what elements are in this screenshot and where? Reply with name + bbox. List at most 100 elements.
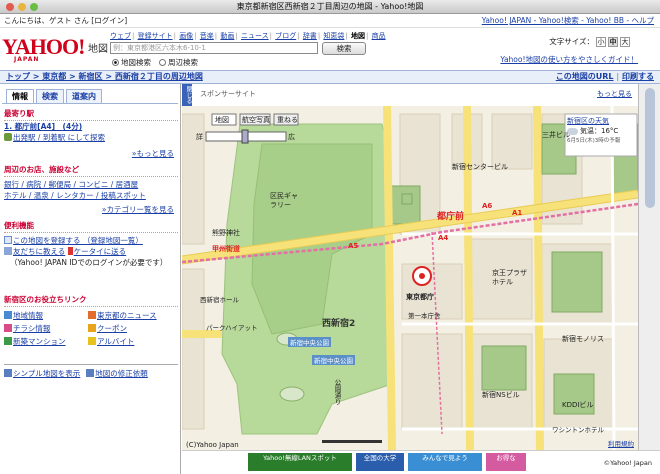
terms-link[interactable]: 利用規約 bbox=[608, 438, 634, 448]
label-central-park: 新宿中央公園 bbox=[288, 337, 331, 347]
tab-route[interactable]: 道案内 bbox=[66, 89, 102, 103]
nav-music[interactable]: 音楽 bbox=[200, 32, 214, 40]
nav-blog[interactable]: ブログ bbox=[275, 32, 296, 40]
font-large-button[interactable]: 大 bbox=[620, 36, 630, 47]
yahoo-logo[interactable]: YAHOO! bbox=[2, 36, 85, 58]
map-url-link[interactable]: この地図のURL bbox=[556, 72, 614, 81]
nav-images[interactable]: 画像 bbox=[179, 32, 193, 40]
font-small-button[interactable]: 小 bbox=[596, 36, 606, 47]
sponsor-more-link[interactable]: もっと見る bbox=[597, 89, 632, 99]
window-controls[interactable] bbox=[6, 3, 38, 11]
nav-web[interactable]: ウェブ bbox=[110, 32, 131, 40]
label-daiichi: 第一本庁舎 bbox=[408, 312, 441, 320]
link-regional-info[interactable]: 地域情報 bbox=[4, 310, 88, 321]
fix-request-link[interactable]: 地図の修正依頼 bbox=[95, 369, 148, 378]
route-search-link[interactable]: 出発駅 / 到着駅 にして探索 bbox=[13, 133, 105, 142]
shops-categories-2[interactable]: ホテル / 温泉 / レンタカー / 投稿スポット bbox=[4, 190, 178, 201]
region-icon bbox=[4, 311, 12, 319]
register-map-item[interactable]: この地図を登録する （登録地図一覧） bbox=[4, 235, 178, 246]
weather-title[interactable]: 新宿区の天気 bbox=[567, 116, 635, 126]
flyers-label[interactable]: チラシ情報 bbox=[13, 324, 50, 333]
print-link[interactable]: 印刷する bbox=[622, 72, 654, 81]
search-button[interactable]: 検索 bbox=[322, 42, 366, 55]
greeting-text[interactable]: こんにちは、ゲスト さん [ログイン] bbox=[4, 16, 127, 25]
flyer-icon bbox=[4, 324, 12, 332]
part-time-icon bbox=[88, 337, 96, 345]
label-washington: ワシントンホテル bbox=[552, 426, 604, 434]
search-input[interactable]: 例：東京都港区六本木6-10-1 bbox=[110, 42, 318, 54]
nav-sites[interactable]: 登録サイト bbox=[138, 32, 173, 40]
nearest-station-item[interactable]: 1. 都庁前[A4] (4分) bbox=[4, 121, 178, 132]
help-guide-link[interactable]: Yahoo!地図の使い方をやさしくガイド！ bbox=[500, 54, 638, 65]
breadcrumb-path[interactable]: トップ > 東京都 > 新宿区 > 西新宿２丁目の周辺地図 bbox=[6, 72, 203, 81]
nav-shopping[interactable]: 商品 bbox=[372, 32, 386, 40]
new-condos-label[interactable]: 新築マンション bbox=[13, 337, 66, 346]
close-sponsor-tab[interactable]: 閉じる bbox=[182, 86, 192, 104]
label-koshu: 甲州街道 bbox=[212, 245, 240, 253]
nav-dictionary[interactable]: 辞書 bbox=[303, 32, 317, 40]
shops-categories-1[interactable]: 銀行 / 病院 / 郵便局 / コンビニ / 居酒屋 bbox=[4, 179, 178, 190]
mobile-icon bbox=[67, 247, 73, 255]
font-medium-button[interactable]: 中 bbox=[608, 36, 618, 47]
tab-divider bbox=[2, 103, 178, 104]
simple-map-icon bbox=[4, 369, 12, 377]
tab-search[interactable]: 検索 bbox=[36, 89, 64, 103]
nav-map[interactable]: 地図 bbox=[351, 32, 365, 40]
sponsor-label[interactable]: スポンサーサイト bbox=[200, 89, 256, 99]
regional-info-label[interactable]: 地域情報 bbox=[13, 311, 43, 320]
aerial-mode-button[interactable]: 航空写真 bbox=[242, 115, 270, 125]
tell-friend-link[interactable]: 友だちに教える bbox=[13, 247, 65, 256]
sidebar: 情報 検索 道案内 最寄り駅 1. 都庁前[A4] (4分) 出発駅 / 到着駅… bbox=[0, 84, 181, 474]
useful-links-section: 新宿区のお役立ちリンク 地域情報 東京都のニュース チラシ情報 クーポン 新築マ… bbox=[4, 294, 178, 347]
route-search-item[interactable]: 出発駅 / 到着駅 にして探索 bbox=[4, 132, 178, 143]
category-list-link[interactable]: »カテゴリー覧を見る bbox=[102, 204, 174, 215]
nearest-more-link[interactable]: »もっと見る bbox=[132, 148, 174, 159]
nearest-station-link[interactable]: 1. 都庁前[A4] (4分) bbox=[4, 122, 82, 131]
radio-map-search[interactable]: 地図検索 bbox=[112, 57, 151, 68]
map-mode-button[interactable]: 地図 bbox=[215, 115, 229, 125]
link-coupons[interactable]: クーポン bbox=[88, 323, 178, 334]
radio-unchecked-icon[interactable] bbox=[159, 59, 166, 66]
nav-video[interactable]: 動画 bbox=[220, 32, 234, 40]
zoom-in-label[interactable]: 詳 bbox=[196, 132, 203, 142]
link-flyers[interactable]: チラシ情報 bbox=[4, 323, 88, 334]
close-window-button[interactable] bbox=[6, 3, 14, 11]
minimize-window-button[interactable] bbox=[18, 3, 26, 11]
map-view[interactable]: スポンサーサイト もっと見る 閉じる 地図 航空写真 重ねる 詳 広 新宿区の天… bbox=[182, 84, 638, 450]
scrollbar-thumb[interactable] bbox=[645, 88, 655, 208]
overlay-mode-button[interactable]: 重ねる bbox=[277, 115, 298, 125]
weather-date: 6月5日(木)3時の予報 bbox=[567, 138, 621, 144]
tokyo-news-label[interactable]: 東京都のニュース bbox=[97, 311, 157, 320]
send-mobile-link[interactable]: ケータイに送る bbox=[74, 247, 127, 256]
tab-info[interactable]: 情報 bbox=[6, 89, 34, 103]
fix-request-item[interactable]: 地図の修正依頼 bbox=[86, 368, 148, 379]
condo-icon bbox=[4, 337, 12, 345]
ad-banner-1[interactable]: Yahoo!無線LANスポット bbox=[248, 453, 352, 471]
utility-title: 便利機能 bbox=[4, 220, 178, 233]
nav-news[interactable]: ニュース bbox=[241, 32, 269, 40]
link-part-time[interactable]: アルバイト bbox=[88, 336, 178, 347]
search-mode: 地図検索 周辺検索 bbox=[112, 57, 198, 68]
coupons-label[interactable]: クーポン bbox=[97, 324, 127, 333]
simple-map-link[interactable]: シンプル地図を表示 bbox=[13, 369, 80, 378]
ad-banner-2[interactable]: 全国の大学 bbox=[356, 453, 404, 471]
top-right-links[interactable]: Yahoo! JAPAN - Yahoo!検索 - Yahoo! BB - ヘル… bbox=[482, 14, 654, 28]
register-map-link[interactable]: この地図を登録する （登録地図一覧） bbox=[13, 236, 143, 245]
ad-banner-3[interactable]: みんなで見よう bbox=[408, 453, 482, 471]
label-keio-plaza: 京王プラザホテル bbox=[492, 269, 527, 286]
radio-checked-icon[interactable] bbox=[112, 59, 119, 66]
link-tokyo-news[interactable]: 東京都のニュース bbox=[88, 310, 178, 321]
page-scrollbar[interactable] bbox=[638, 84, 660, 450]
simple-map-item[interactable]: シンプル地図を表示 bbox=[4, 368, 80, 379]
weather-widget[interactable]: 新宿区の天気 気温：16°C 6月5日(木)3時の予報 bbox=[566, 115, 636, 145]
radio-nearby-search[interactable]: 周辺検索 bbox=[159, 57, 198, 68]
nav-chiebukuro[interactable]: 知恵袋 bbox=[323, 32, 344, 40]
zoom-window-button[interactable] bbox=[30, 3, 38, 11]
login-note: （Yahoo! JAPAN IDでのログインが必要です） bbox=[10, 258, 168, 267]
label-tochomae: 都庁前 bbox=[437, 212, 465, 222]
service-nav: ウェブ| 登録サイト| 画像| 音楽| 動画| ニュース| ブログ| 辞書| 知… bbox=[110, 32, 386, 40]
ad-banner-4[interactable]: お得な bbox=[486, 453, 526, 471]
zoom-out-label[interactable]: 広 bbox=[288, 132, 295, 142]
part-time-label[interactable]: アルバイト bbox=[97, 337, 134, 346]
link-new-condos[interactable]: 新築マンション bbox=[4, 336, 88, 347]
